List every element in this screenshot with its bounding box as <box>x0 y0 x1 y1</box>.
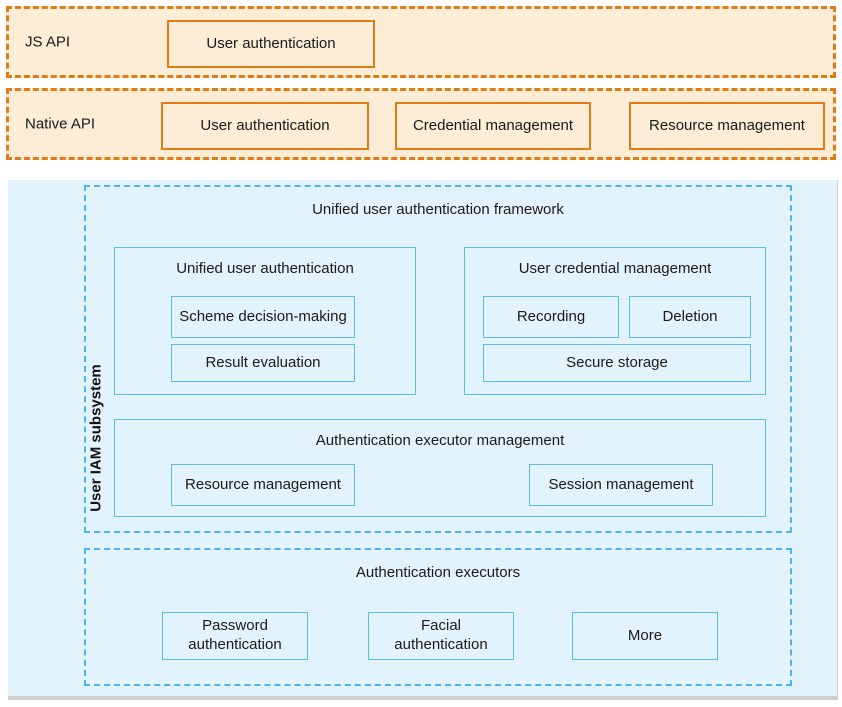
architecture-diagram: JS API User authentication Native API Us… <box>0 0 842 707</box>
native-api-box-label: Credential management <box>412 116 574 134</box>
box-label: Password authentication <box>188 617 282 653</box>
box-label: Recording <box>516 307 586 325</box>
authentication-executor-management-title: Authentication executor management <box>315 432 565 449</box>
authentication-executor-management-group: Authentication executor management Resou… <box>114 419 766 517</box>
box-recording[interactable]: Recording <box>483 296 619 338</box>
box-more[interactable]: More <box>572 612 718 660</box>
box-password-authentication[interactable]: Password authentication <box>162 612 308 660</box>
box-session-management[interactable]: Session management <box>529 464 713 506</box>
native-api-box-user-authentication[interactable]: User authentication <box>161 102 369 150</box>
box-resource-management[interactable]: Resource management <box>171 464 355 506</box>
box-result-evaluation[interactable]: Result evaluation <box>171 344 355 382</box>
box-label: Scheme decision-making <box>179 307 347 325</box>
native-api-box-label: User authentication <box>200 116 330 134</box>
box-label: Resource management <box>185 475 341 493</box>
box-label: Deletion <box>662 307 718 325</box>
js-api-box-user-authentication[interactable]: User authentication <box>167 20 375 68</box>
user-credential-management-title: User credential management <box>518 260 712 277</box>
user-credential-management-group: User credential management Recording Del… <box>464 247 766 395</box>
native-api-box-label: Resource management <box>649 116 805 134</box>
authentication-executors-title: Authentication executors <box>355 564 521 581</box>
box-label: Secure storage <box>566 353 668 371</box>
js-api-layer-label: JS API <box>25 33 71 51</box>
authentication-executors-group: Authentication executors Password authen… <box>84 548 792 686</box>
box-deletion[interactable]: Deletion <box>629 296 751 338</box>
js-api-layer: JS API User authentication <box>6 6 836 78</box>
unified-user-authentication-title: Unified user authentication <box>176 260 354 277</box>
box-label: Session management <box>548 475 694 493</box>
box-secure-storage[interactable]: Secure storage <box>483 344 751 382</box>
native-api-layer-label: Native API <box>25 115 96 133</box>
unified-user-authentication-group: Unified user authentication Scheme decis… <box>114 247 416 395</box>
js-api-box-label: User authentication <box>206 34 336 52</box>
box-facial-authentication[interactable]: Facial authentication <box>368 612 514 660</box>
box-label: More <box>627 626 663 644</box>
box-label: Result evaluation <box>205 353 321 371</box>
box-scheme-decision-making[interactable]: Scheme decision-making <box>171 296 355 338</box>
native-api-box-resource-management[interactable]: Resource management <box>629 102 825 150</box>
unified-user-authentication-framework: Unified user authentication framework Un… <box>84 185 792 533</box>
box-label: Facial authentication <box>394 617 488 653</box>
user-iam-subsystem: User IAM subsystem Unified user authenti… <box>8 180 838 700</box>
native-api-box-credential-management[interactable]: Credential management <box>395 102 591 150</box>
framework-title: Unified user authentication framework <box>312 201 564 218</box>
native-api-layer: Native API User authentication Credentia… <box>6 88 836 160</box>
